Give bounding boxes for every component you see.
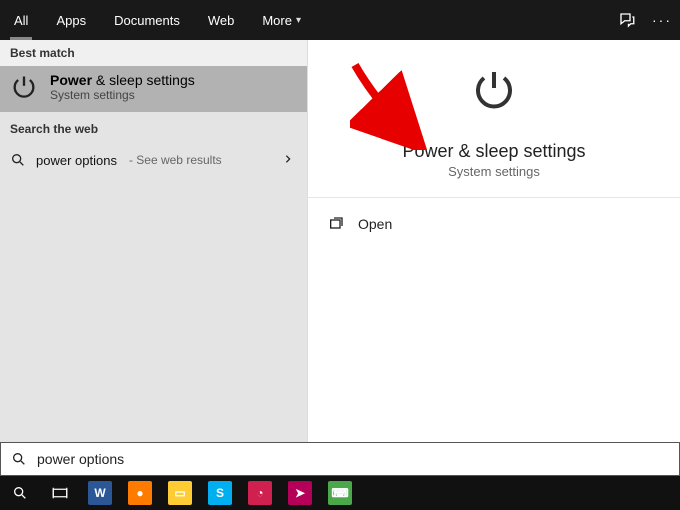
taskbar-app-app-pink[interactable]: ➤ (280, 476, 320, 510)
search-scope-tabs: All Apps Documents Web More ▾ ··· (0, 0, 680, 40)
skype-icon: S (208, 481, 232, 505)
web-result-text: power options (36, 153, 117, 168)
taskbar-search-button[interactable] (0, 476, 40, 510)
taskbar-app-app-red[interactable]: ◔ (240, 476, 280, 510)
search-icon (11, 451, 27, 467)
taskbar-app-printer[interactable]: ⌨ (320, 476, 360, 510)
app-red-icon: ◔ (248, 481, 272, 505)
result-preview: Power & sleep settings System settings O… (308, 40, 680, 442)
search-icon (10, 152, 26, 168)
more-icon[interactable]: ··· (652, 12, 672, 28)
explorer-icon: ▭ (168, 481, 192, 505)
open-label: Open (358, 216, 392, 232)
tab-more-label: More (262, 13, 292, 28)
search-box[interactable] (0, 442, 680, 476)
preview-title: Power & sleep settings (318, 141, 670, 162)
task-view-button[interactable] (40, 476, 80, 510)
search-input[interactable] (37, 451, 669, 467)
tab-all[interactable]: All (0, 0, 42, 40)
best-match-title: Power & sleep settings (50, 72, 195, 88)
search-results-body: Best match Power & sleep settings System… (0, 40, 680, 442)
word-icon: W (88, 481, 112, 505)
app-pink-icon: ➤ (288, 481, 312, 505)
chevron-down-icon: ▾ (296, 15, 301, 26)
taskbar-app-explorer[interactable]: ▭ (160, 476, 200, 510)
best-match-item[interactable]: Power & sleep settings System settings (0, 66, 307, 112)
feedback-icon[interactable] (618, 11, 636, 29)
tab-apps[interactable]: Apps (42, 0, 100, 40)
search-web-header: Search the web (0, 112, 307, 142)
web-result-hint: - See web results (129, 153, 222, 167)
tab-more[interactable]: More ▾ (248, 0, 315, 40)
open-icon (328, 216, 344, 232)
open-action[interactable]: Open (328, 208, 660, 240)
best-match-header: Best match (0, 40, 307, 66)
tab-documents[interactable]: Documents (100, 0, 194, 40)
firefox-icon: ● (128, 481, 152, 505)
taskbar-app-word[interactable]: W (80, 476, 120, 510)
taskbar: W ● ▭ S ◔ ➤ ⌨ (0, 476, 680, 510)
chevron-right-icon (283, 151, 293, 169)
power-icon (10, 73, 38, 101)
printer-icon: ⌨ (328, 481, 352, 505)
results-list: Best match Power & sleep settings System… (0, 40, 308, 442)
best-match-subtitle: System settings (50, 88, 195, 102)
preview-subtitle: System settings (318, 164, 670, 179)
web-result-item[interactable]: power options - See web results (0, 142, 307, 178)
taskbar-app-skype[interactable]: S (200, 476, 240, 510)
taskbar-app-firefox[interactable]: ● (120, 476, 160, 510)
power-icon (470, 101, 518, 118)
tab-web[interactable]: Web (194, 0, 249, 40)
